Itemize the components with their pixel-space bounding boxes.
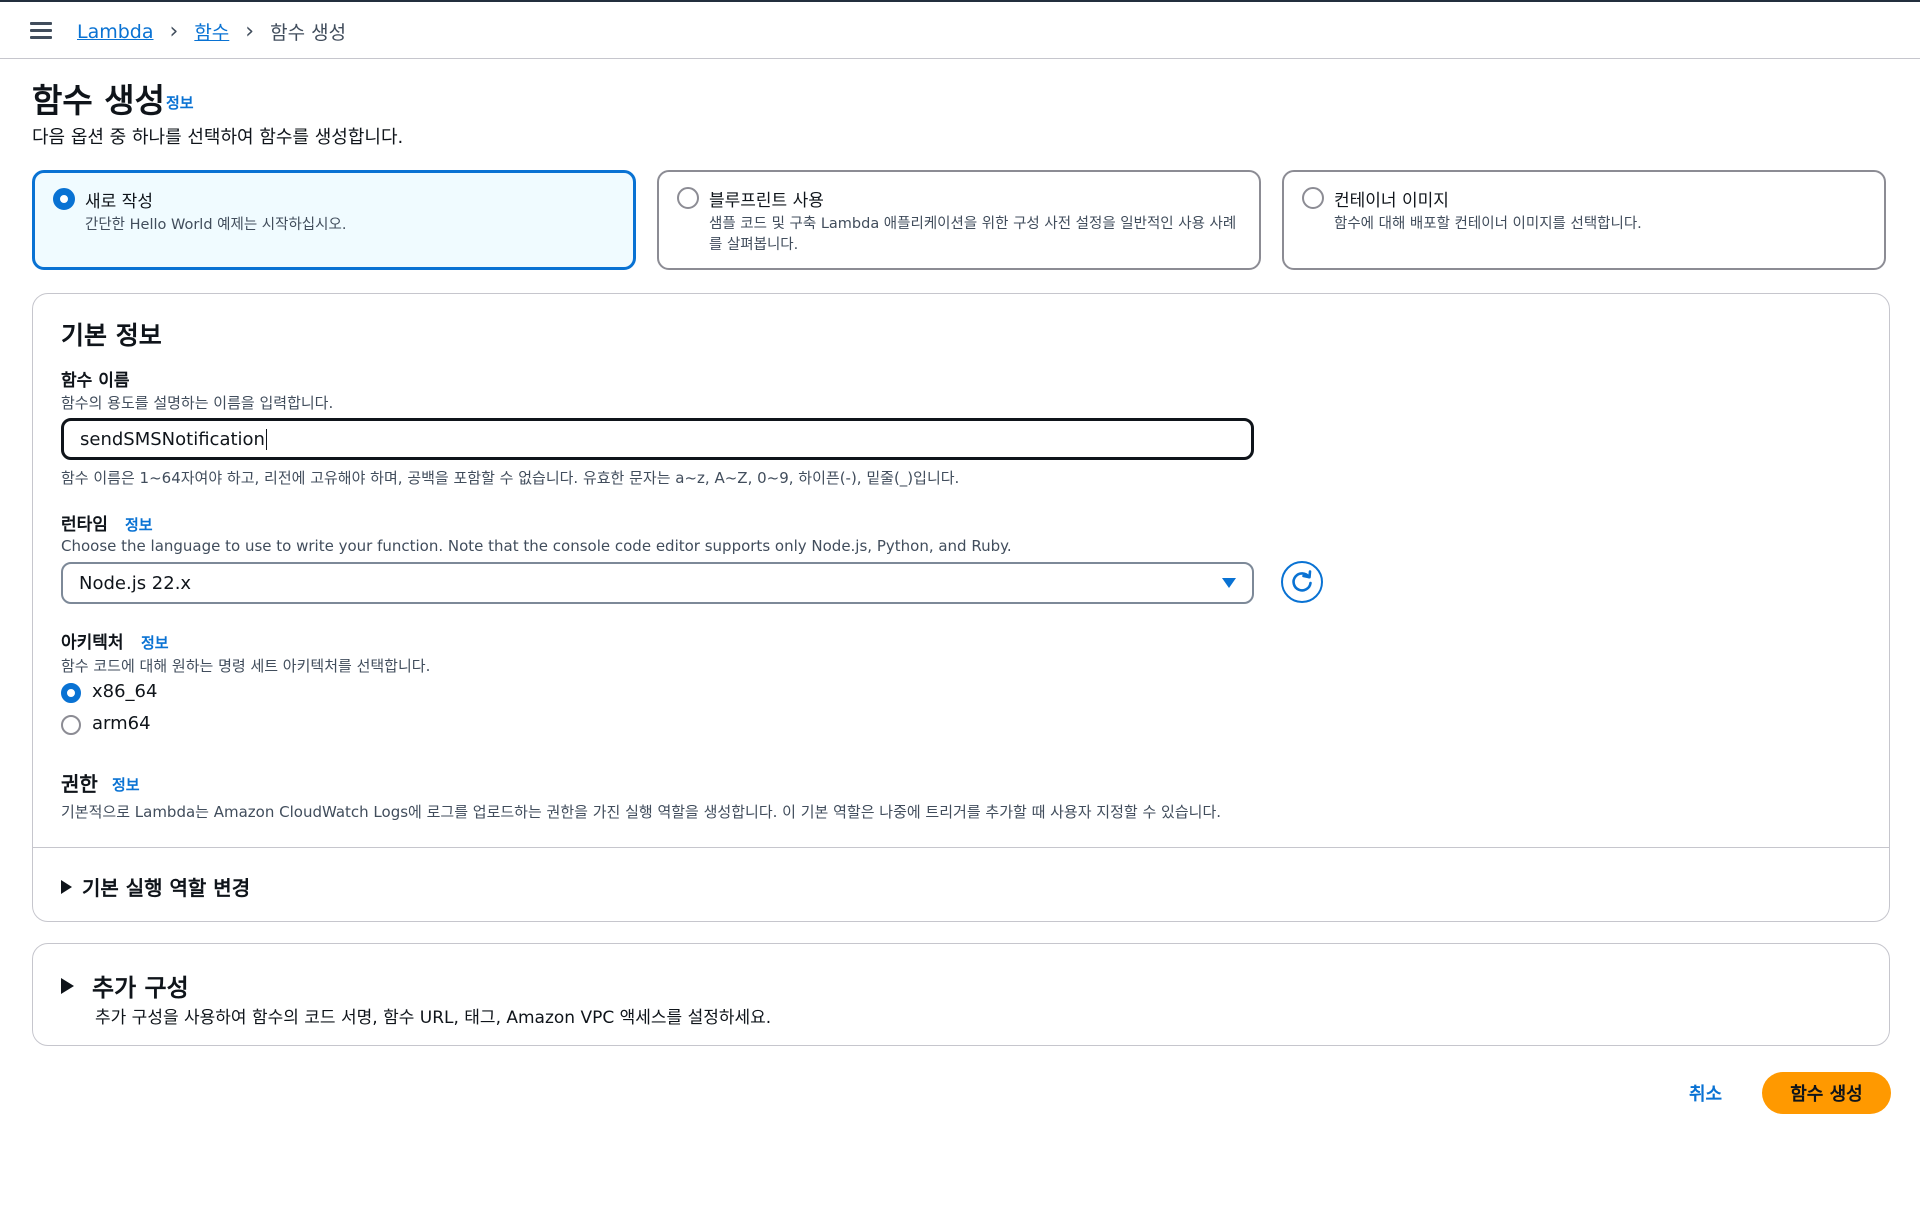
permissions-label: 권한 bbox=[61, 772, 98, 796]
page-subtitle: 다음 옵션 중 하나를 선택하여 함수를 생성합니다. bbox=[32, 127, 404, 148]
page-title: 함수 생성 bbox=[32, 81, 165, 120]
change-execution-role-toggle[interactable]: 기본 실행 역할 변경 bbox=[61, 872, 250, 901]
radio-use-blueprint[interactable] bbox=[677, 187, 699, 209]
option-author-from-scratch[interactable]: 새로 작성 간단한 Hello World 예제는 시작하십시오. bbox=[32, 170, 636, 270]
radio-arm64[interactable] bbox=[61, 715, 81, 735]
function-name-label: 함수 이름 bbox=[61, 371, 130, 391]
caret-right-icon bbox=[61, 879, 72, 894]
chevron-right-icon: › bbox=[245, 18, 255, 44]
change-execution-role-label: 기본 실행 역할 변경 bbox=[82, 876, 251, 900]
option-title: 새로 작성 bbox=[85, 192, 153, 212]
refresh-icon bbox=[1292, 570, 1312, 592]
menu-icon[interactable] bbox=[30, 22, 52, 40]
chevron-right-icon: › bbox=[169, 18, 179, 44]
runtime-label: 런타임 bbox=[61, 515, 108, 535]
create-function-button[interactable]: 함수 생성 bbox=[1762, 1072, 1891, 1114]
additional-config-panel: 추가 구성 추가 구성을 사용하여 함수의 코드 서명, 함수 URL, 태그,… bbox=[32, 943, 1890, 1046]
runtime-selected-value: Node.js 22.x bbox=[79, 572, 192, 594]
radio-author-from-scratch[interactable] bbox=[53, 188, 75, 210]
section-divider bbox=[33, 847, 1889, 848]
option-title: 컨테이너 이미지 bbox=[1334, 191, 1449, 211]
architecture-info-link[interactable]: 정보 bbox=[141, 632, 169, 653]
page-info-link[interactable]: 정보 bbox=[166, 92, 194, 113]
architecture-label: 아키텍처 bbox=[61, 633, 124, 653]
permissions-desc: 기본적으로 Lambda는 Amazon CloudWatch Logs에 로그… bbox=[61, 803, 1222, 821]
additional-config-toggle[interactable]: 추가 구성 bbox=[61, 968, 189, 1003]
permissions-info-link[interactable]: 정보 bbox=[112, 774, 140, 795]
architecture-desc: 함수 코드에 대해 원하는 명령 세트 아키텍처를 선택합니다. bbox=[61, 657, 431, 675]
top-navigation: Lambda › 함수 › 함수 생성 bbox=[0, 2, 1920, 59]
caret-down-icon bbox=[1222, 578, 1236, 588]
radio-x86-64[interactable] bbox=[61, 683, 81, 703]
option-container-image[interactable]: 컨테이너 이미지 함수에 대해 배포할 컨테이너 이미지를 선택합니다. bbox=[1282, 170, 1886, 270]
basic-info-panel: 기본 정보 함수 이름 함수의 용도를 설명하는 이름을 입력합니다. send… bbox=[32, 293, 1890, 922]
radio-container-image[interactable] bbox=[1302, 187, 1324, 209]
breadcrumb-lambda[interactable]: Lambda bbox=[77, 21, 154, 43]
option-title: 블루프린트 사용 bbox=[709, 191, 824, 211]
option-description: 간단한 Hello World 예제는 시작하십시오. bbox=[85, 217, 347, 233]
text-caret bbox=[265, 428, 267, 450]
section-title-basic: 기본 정보 bbox=[61, 321, 162, 350]
option-description: 샘플 코드 및 구축 Lambda 애플리케이션을 위한 구성 사전 설정을 일… bbox=[709, 216, 1237, 253]
breadcrumb-current: 함수 생성 bbox=[270, 22, 347, 44]
caret-right-icon bbox=[61, 977, 74, 994]
function-name-value: sendSMSNotification bbox=[80, 428, 265, 450]
function-name-input[interactable]: sendSMSNotification bbox=[61, 418, 1254, 460]
breadcrumb-functions[interactable]: 함수 bbox=[194, 18, 229, 45]
arch-option-x86-64[interactable]: x86_64 bbox=[92, 681, 157, 702]
additional-config-desc: 추가 구성을 사용하여 함수의 코드 서명, 함수 URL, 태그, Amazo… bbox=[95, 1008, 772, 1028]
function-name-constraint: 함수 이름은 1~64자여야 하고, 리전에 고유해야 하며, 공백을 포함할 … bbox=[61, 469, 960, 487]
function-name-desc: 함수의 용도를 설명하는 이름을 입력합니다. bbox=[61, 394, 334, 412]
refresh-button[interactable] bbox=[1281, 561, 1323, 603]
additional-config-title: 추가 구성 bbox=[92, 974, 189, 1002]
runtime-desc: Choose the language to use to write your… bbox=[61, 537, 1012, 555]
runtime-info-link[interactable]: 정보 bbox=[125, 514, 153, 535]
option-description: 함수에 대해 배포할 컨테이너 이미지를 선택합니다. bbox=[1334, 216, 1642, 232]
arch-option-arm64[interactable]: arm64 bbox=[92, 713, 151, 734]
cancel-button[interactable]: 취소 bbox=[1689, 1080, 1722, 1106]
runtime-select[interactable]: Node.js 22.x bbox=[61, 562, 1254, 604]
breadcrumb: Lambda › 함수 › 함수 생성 bbox=[77, 18, 346, 45]
option-use-blueprint[interactable]: 블루프린트 사용 샘플 코드 및 구축 Lambda 애플리케이션을 위한 구성… bbox=[657, 170, 1261, 270]
